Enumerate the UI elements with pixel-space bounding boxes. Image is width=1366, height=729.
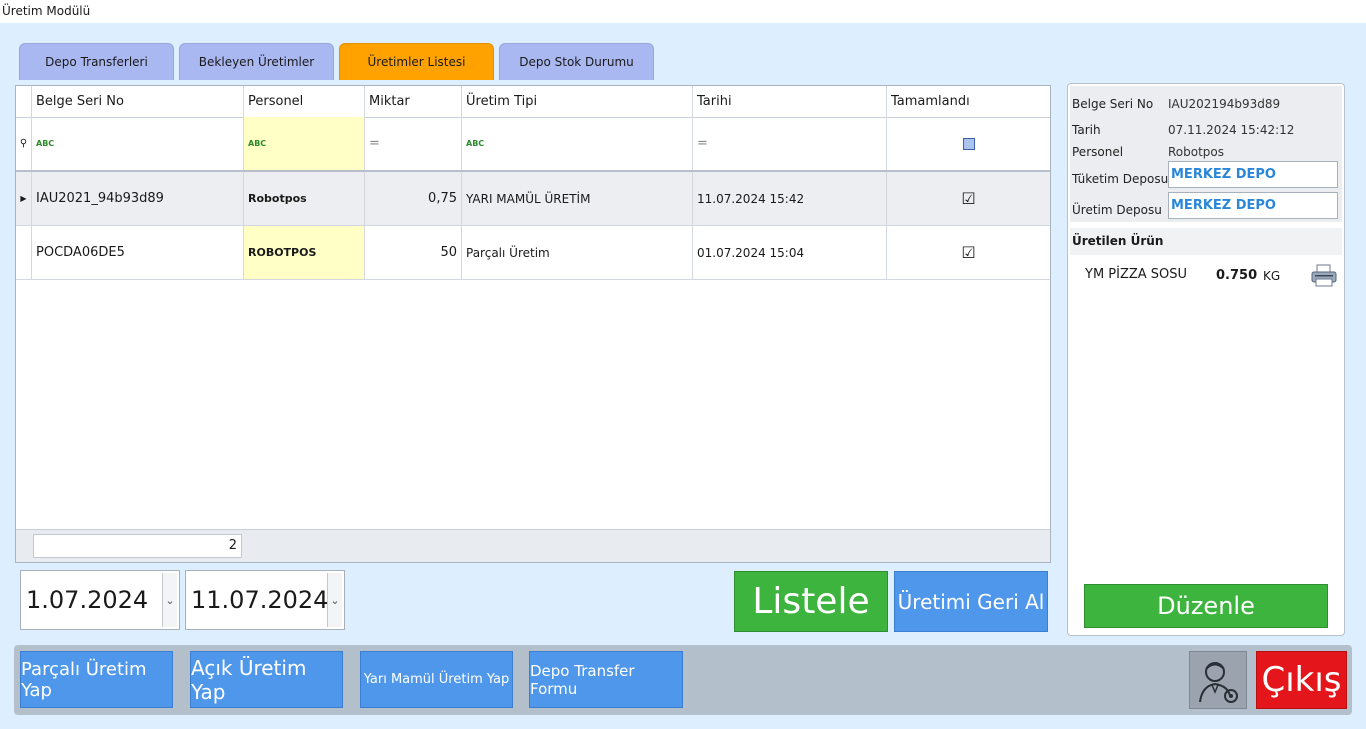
personel-value: Robotpos: [1168, 145, 1225, 159]
uretimi-geri-al-button[interactable]: Üretimi Geri Al: [894, 571, 1048, 632]
row-count: 2: [33, 534, 242, 558]
cell-tamamlandi-checkbox[interactable]: ☑: [887, 172, 1050, 225]
cell-miktar[interactable]: 50: [365, 226, 462, 279]
cikis-button[interactable]: Çıkış: [1256, 651, 1347, 709]
tuketim-deposu-field[interactable]: MERKEZ DEPO: [1168, 161, 1338, 188]
checkbox-filter-icon[interactable]: [962, 137, 975, 150]
listele-button[interactable]: Listele: [734, 571, 888, 632]
cell-uretim-tipi[interactable]: YARI MAMÜL ÜRETİM: [462, 172, 693, 225]
column-tamamlandi[interactable]: Tamamlandı: [887, 86, 1050, 117]
personel-label: Personel: [1072, 145, 1124, 159]
urun-qty: 0.750: [1216, 268, 1258, 283]
tab-bekleyen-uretimler[interactable]: Bekleyen Üretimler: [179, 43, 334, 80]
abc-filter-icon: ABC: [466, 139, 485, 148]
user-settings-icon[interactable]: [1189, 651, 1247, 709]
tab-depo-transferleri[interactable]: Depo Transferleri: [19, 43, 174, 80]
column-personel[interactable]: Personel: [244, 86, 365, 117]
abc-filter-icon: ABC: [248, 139, 267, 148]
filter-belge[interactable]: ABC: [32, 117, 244, 170]
tarih-value: 07.11.2024 15:42:12: [1168, 123, 1295, 137]
uretim-label: Üretim Deposu: [1072, 203, 1162, 217]
equals-filter-icon: =: [369, 136, 380, 151]
end-date-value: 11.07.2024: [191, 586, 329, 614]
cell-tamamlandi-checkbox[interactable]: ☑: [887, 226, 1050, 279]
cell-belge[interactable]: POCDA06DE5: [32, 226, 244, 279]
start-date-picker[interactable]: 1.07.2024 ⌄: [20, 570, 180, 630]
chevron-down-icon[interactable]: ⌄: [327, 573, 342, 627]
header-indicator: [16, 86, 32, 117]
start-date-value: 1.07.2024: [26, 586, 149, 614]
bottom-toolbar: Parçalı Üretim Yap Açık Üretim Yap Yarı …: [14, 645, 1352, 715]
row-indicator-icon: ▶: [16, 172, 32, 225]
acik-uretim-yap-button[interactable]: Açık Üretim Yap: [190, 651, 343, 708]
parcali-uretim-yap-button[interactable]: Parçalı Üretim Yap: [20, 651, 173, 708]
equals-filter-icon: =: [697, 136, 708, 151]
tarih-label: Tarih: [1072, 123, 1101, 137]
cell-tarihi[interactable]: 01.07.2024 15:04: [693, 226, 887, 279]
column-uretim-tipi[interactable]: Üretim Tipi: [462, 86, 693, 117]
column-tarihi[interactable]: Tarihi: [693, 86, 887, 117]
tuketim-label: Tüketim Deposu: [1072, 172, 1169, 186]
tab-uretimler-listesi[interactable]: Üretimler Listesi: [339, 43, 494, 80]
filter-tamamlandi[interactable]: [887, 117, 1050, 170]
urun-name: YM PİZZA SOSU: [1085, 267, 1188, 282]
cell-personel[interactable]: ROBOTPOS: [244, 226, 365, 279]
grid-header: Belge Seri No Personel Miktar Üretim Tip…: [16, 86, 1050, 118]
uretim-deposu-field[interactable]: MERKEZ DEPO: [1168, 192, 1338, 219]
filter-uretim-tipi[interactable]: ABC: [462, 117, 693, 170]
printer-icon[interactable]: [1311, 264, 1337, 288]
end-date-picker[interactable]: 11.07.2024 ⌄: [185, 570, 345, 630]
tab-depo-stok-durumu[interactable]: Depo Stok Durumu: [499, 43, 654, 80]
grid-footer: 2: [16, 529, 1050, 562]
filter-row: ⚲ ABC ABC = ABC =: [16, 117, 1050, 172]
window-title: Üretim Modülü: [0, 0, 1366, 23]
filter-tarihi[interactable]: =: [693, 117, 887, 170]
chevron-down-icon[interactable]: ⌄: [162, 573, 177, 627]
row-indicator: [16, 226, 32, 279]
uretilen-urun-header: Üretilen Ürün: [1070, 228, 1342, 255]
table-row[interactable]: ▶ IAU2021_94b93d89 Robotpos 0,75 YARI MA…: [16, 172, 1050, 226]
belge-label: Belge Seri No: [1072, 97, 1154, 111]
depo-transfer-formu-button[interactable]: Depo Transfer Formu: [529, 651, 683, 708]
cell-uretim-tipi[interactable]: Parçalı Üretim: [462, 226, 693, 279]
detail-panel: Belge Seri No IAU202194b93d89 Tarih 07.1…: [1067, 83, 1345, 636]
detail-info: Belge Seri No IAU202194b93d89 Tarih 07.1…: [1070, 86, 1342, 222]
filter-miktar[interactable]: =: [365, 117, 462, 170]
column-belge-seri-no[interactable]: Belge Seri No: [32, 86, 244, 117]
filter-pin-icon: ⚲: [16, 117, 32, 170]
table-row[interactable]: POCDA06DE5 ROBOTPOS 50 Parçalı Üretim 01…: [16, 226, 1050, 280]
filter-personel[interactable]: ABC: [244, 117, 365, 170]
yari-mamul-uretim-yap-button[interactable]: Yarı Mamül Üretim Yap: [360, 651, 513, 708]
duzenle-button[interactable]: Düzenle: [1084, 584, 1328, 628]
production-grid: Belge Seri No Personel Miktar Üretim Tip…: [15, 85, 1051, 563]
abc-filter-icon: ABC: [36, 139, 55, 148]
app-area: Depo Transferleri Bekleyen Üretimler Üre…: [0, 23, 1366, 729]
cell-belge[interactable]: IAU2021_94b93d89: [32, 172, 244, 225]
urun-unit: KG: [1263, 269, 1281, 283]
belge-value: IAU202194b93d89: [1168, 97, 1281, 111]
cell-miktar[interactable]: 0,75: [365, 172, 462, 225]
cell-tarihi[interactable]: 11.07.2024 15:42: [693, 172, 887, 225]
cell-personel[interactable]: Robotpos: [244, 172, 365, 225]
column-miktar[interactable]: Miktar: [365, 86, 462, 117]
